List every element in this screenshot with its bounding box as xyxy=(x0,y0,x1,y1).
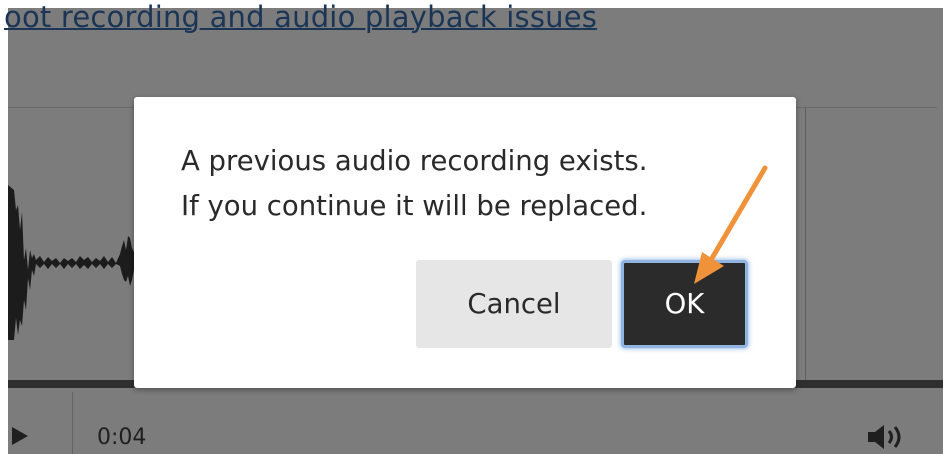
controls-divider xyxy=(72,392,73,454)
player-controls-bar xyxy=(8,388,943,454)
current-time-label: 0:04 xyxy=(97,425,147,450)
page-background: oot recording and audio playback issues … xyxy=(0,0,947,454)
audio-waveform xyxy=(8,185,138,340)
dialog-message: A previous audio recording exists. If yo… xyxy=(181,139,647,229)
waveform-divider xyxy=(805,107,806,381)
screen-edge-left xyxy=(0,0,8,454)
screen-edge-right xyxy=(943,0,947,454)
arrow-pointer-icon xyxy=(694,165,768,284)
cancel-button[interactable]: Cancel xyxy=(416,260,612,348)
play-icon[interactable] xyxy=(12,427,28,445)
volume-icon[interactable] xyxy=(866,422,910,452)
troubleshoot-help-link[interactable]: oot recording and audio playback issues xyxy=(4,0,597,34)
dialog-message-line-2: If you continue it will be replaced. xyxy=(181,190,648,222)
dialog-message-line-1: A previous audio recording exists. xyxy=(181,145,648,177)
